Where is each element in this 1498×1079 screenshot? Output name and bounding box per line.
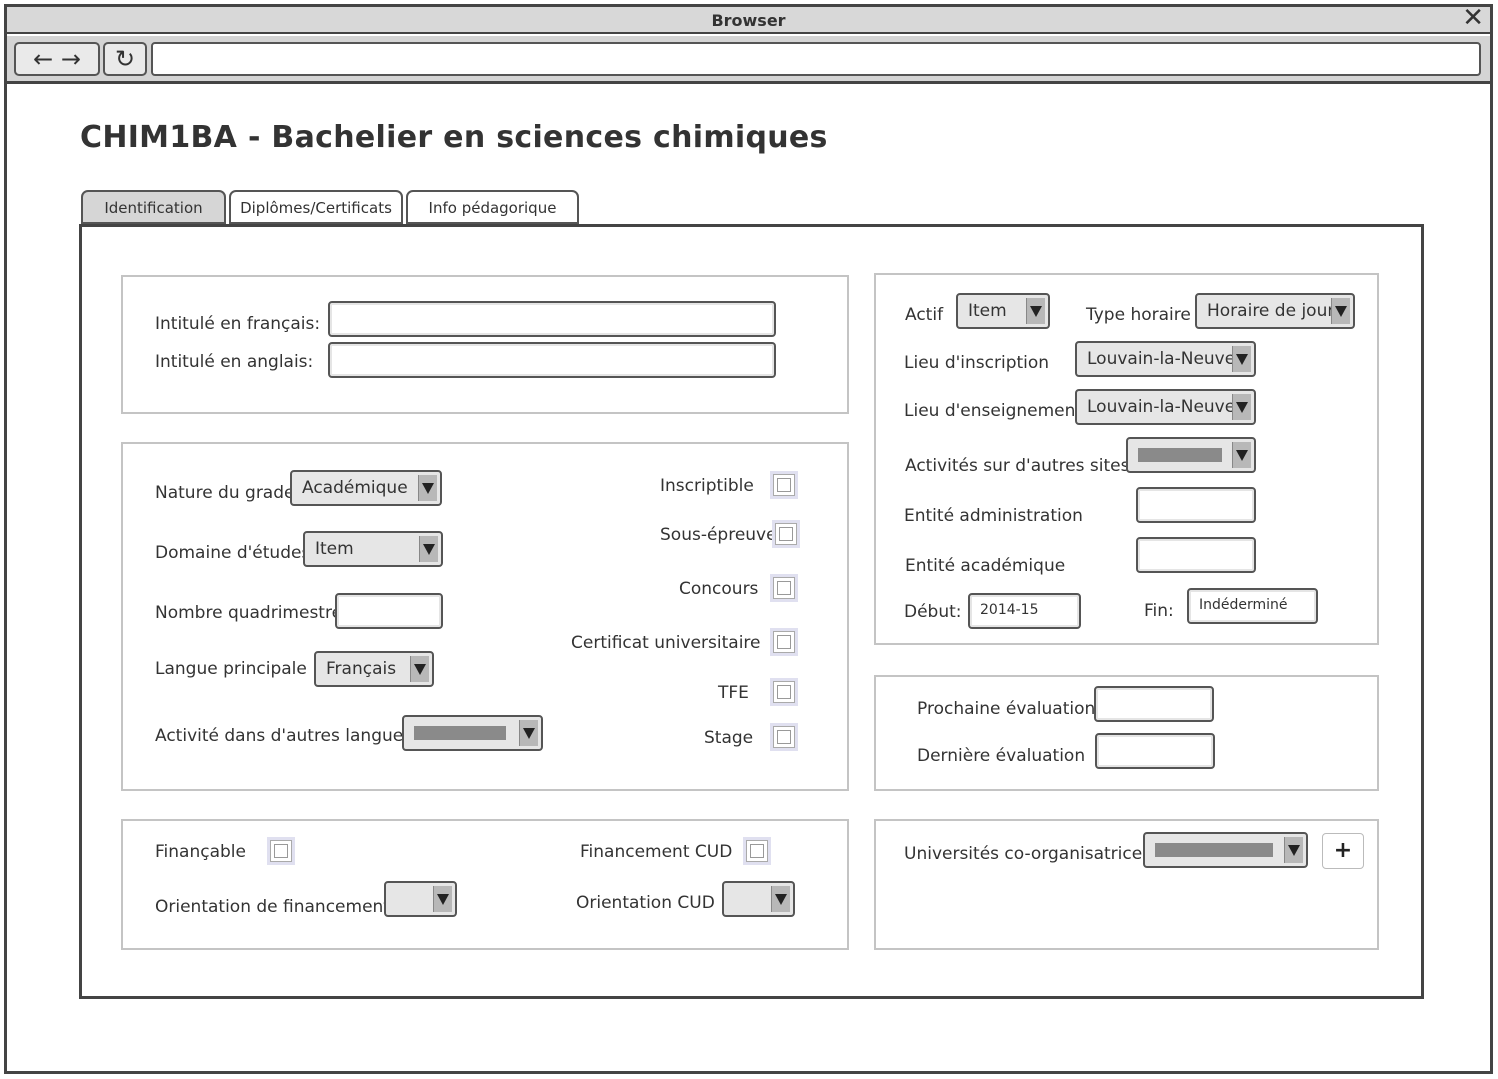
prochaine-evaluation-input[interactable] <box>1094 686 1214 722</box>
intitule-fr-input[interactable] <box>328 301 776 337</box>
langue-value: Français <box>326 659 397 679</box>
label-sous-epreuve: Sous-épreuve <box>660 525 777 545</box>
window-title: Browser <box>7 7 1490 34</box>
entite-acad-input[interactable] <box>1136 537 1256 573</box>
domaine-select[interactable]: Item <box>303 531 443 567</box>
financement-cud-checkbox[interactable] <box>746 840 768 862</box>
intitule-en-input[interactable] <box>328 342 776 378</box>
label-quadri: Nombre quadrimestre <box>155 603 343 623</box>
tab-info-pedagogique[interactable]: Info pédagorique <box>406 190 579 224</box>
label-entite-acad: Entité académique <box>905 556 1066 576</box>
arrow-right-icon[interactable]: → <box>61 45 81 73</box>
label-stage: Stage <box>704 728 754 748</box>
label-autres-sites: Activités sur d'autres sites <box>905 456 1130 476</box>
label-lieu-inscription: Lieu d'inscription <box>904 353 1050 373</box>
lieu-enseignement-select[interactable]: Louvain-la-Neuve <box>1075 389 1256 425</box>
label-financement-cud: Financement CUD <box>580 842 733 862</box>
autres-sites-select[interactable] <box>1126 437 1256 473</box>
placeholder-bar <box>1155 843 1273 857</box>
entite-admin-input[interactable] <box>1136 487 1256 523</box>
nature-grade-select[interactable]: Académique <box>290 470 442 506</box>
label-certificat: Certificat universitaire <box>571 633 761 653</box>
quadri-input[interactable] <box>335 593 443 629</box>
label-fin: Fin: <box>1144 601 1174 621</box>
chevron-down-icon <box>519 720 538 746</box>
sous-epreuve-checkbox[interactable] <box>775 523 797 545</box>
label-intitule-fr: Intitulé en français: <box>155 314 321 334</box>
label-universites: Universités co-organisatrices <box>904 844 1152 864</box>
derniere-evaluation-input[interactable] <box>1095 733 1215 769</box>
chevron-down-icon <box>418 475 437 501</box>
concours-checkbox[interactable] <box>773 577 795 599</box>
nature-grade-value: Académique <box>302 478 408 498</box>
lieu-inscription-select[interactable]: Louvain-la-Neuve <box>1075 341 1256 377</box>
stage-checkbox[interactable] <box>773 726 795 748</box>
add-university-button[interactable]: + <box>1322 833 1364 869</box>
lieu-enseignement-value: Louvain-la-Neuve <box>1087 397 1236 417</box>
chevron-down-icon <box>433 886 452 912</box>
label-langue: Langue principale <box>155 659 307 679</box>
label-prochaine-evaluation: Prochaine évaluation <box>917 699 1096 719</box>
reload-icon[interactable]: ↻ <box>103 42 147 76</box>
chevron-down-icon <box>410 656 429 682</box>
label-type-horaire: Type horaire <box>1086 305 1191 325</box>
type-horaire-select[interactable]: Horaire de jour <box>1195 293 1355 329</box>
chevron-down-icon <box>1284 837 1303 863</box>
orientation-financement-select[interactable] <box>384 881 457 917</box>
chevron-down-icon <box>1232 442 1251 468</box>
universites-select[interactable] <box>1143 832 1308 868</box>
inscriptible-checkbox[interactable] <box>773 474 795 496</box>
financable-checkbox[interactable] <box>270 840 292 862</box>
chevron-down-icon <box>1232 346 1251 372</box>
label-tfe: TFE <box>718 683 749 703</box>
chevron-down-icon <box>1026 298 1045 324</box>
orientation-cud-select[interactable] <box>722 881 795 917</box>
placeholder-bar <box>414 726 506 740</box>
actif-value: Item <box>968 301 1007 321</box>
autres-langues-select[interactable] <box>402 715 543 751</box>
label-entite-admin: Entité administration <box>904 506 1083 526</box>
actif-select[interactable]: Item <box>956 293 1050 329</box>
label-domaine: Domaine d'études <box>155 543 311 563</box>
back-forward-buttons: ← → <box>14 42 100 76</box>
fin-input[interactable]: Indéderminé <box>1187 588 1318 624</box>
chevron-down-icon <box>1232 394 1251 420</box>
domaine-value: Item <box>315 539 354 559</box>
chevron-down-icon <box>1331 298 1350 324</box>
tab-diplomes[interactable]: Diplômes/Certificats <box>229 190 403 224</box>
address-bar[interactable] <box>151 42 1481 76</box>
close-icon[interactable]: ✕ <box>1462 5 1484 31</box>
tab-identification[interactable]: Identification <box>81 190 226 224</box>
debut-input[interactable]: 2014-15 <box>968 593 1081 629</box>
label-orientation-financement: Orientation de financement <box>155 897 390 917</box>
page-title: CHIM1BA - Bachelier en sciences chimique… <box>80 120 828 155</box>
certificat-checkbox[interactable] <box>773 631 795 653</box>
chevron-down-icon <box>419 536 438 562</box>
label-concours: Concours <box>679 579 759 599</box>
label-derniere-evaluation: Dernière évaluation <box>917 746 1086 766</box>
arrow-left-icon[interactable]: ← <box>33 45 53 73</box>
langue-select[interactable]: Français <box>314 651 434 687</box>
lieu-inscription-value: Louvain-la-Neuve <box>1087 349 1236 369</box>
label-nature-grade: Nature du grade <box>155 483 295 503</box>
label-orientation-cud: Orientation CUD <box>576 893 715 913</box>
label-inscriptible: Inscriptible <box>660 476 754 496</box>
type-horaire-value: Horaire de jour <box>1207 301 1335 321</box>
label-intitule-en: Intitulé en anglais: <box>155 352 314 372</box>
placeholder-bar <box>1138 448 1222 462</box>
chevron-down-icon <box>771 886 790 912</box>
label-lieu-enseignement: Lieu d'enseignement <box>904 401 1083 421</box>
tfe-checkbox[interactable] <box>773 681 795 703</box>
label-financable: Finançable <box>155 842 246 862</box>
label-debut: Début: <box>904 602 962 622</box>
label-autres-langues: Activité dans d'autres langues <box>155 726 413 746</box>
label-actif: Actif <box>905 305 944 325</box>
